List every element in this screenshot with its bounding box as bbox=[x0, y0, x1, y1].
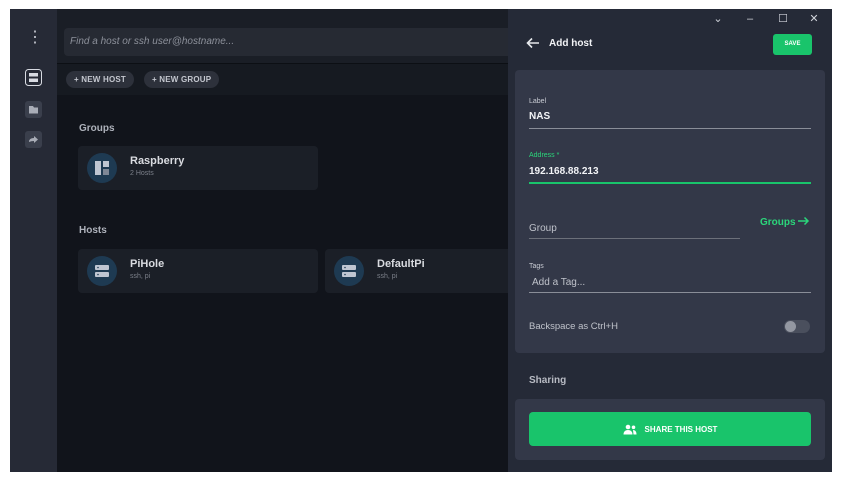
tags-underline bbox=[529, 292, 811, 293]
label-field[interactable]: NAS bbox=[529, 111, 550, 122]
port-forward-icon[interactable] bbox=[25, 131, 42, 148]
save-button[interactable]: SAVE bbox=[773, 34, 812, 55]
arrow-right-icon bbox=[798, 216, 810, 226]
new-host-button[interactable]: + NEW HOST bbox=[66, 71, 135, 88]
sftp-folder-icon[interactable] bbox=[25, 101, 42, 118]
host-sub: ssh, pi bbox=[377, 273, 398, 280]
chevron-down-icon[interactable]: ⌄ bbox=[708, 12, 728, 26]
toolbar: + NEW HOST + NEW GROUP bbox=[57, 63, 508, 95]
add-host-panel: ⌄ – ☐ ✕ Add host SAVE Label NAS Address … bbox=[508, 9, 832, 472]
back-arrow-icon[interactable] bbox=[526, 36, 540, 52]
address-field[interactable]: 192.168.88.213 bbox=[529, 166, 599, 177]
sharing-box: SHARE THIS HOST bbox=[515, 399, 825, 460]
group-count: 2 Hosts bbox=[130, 170, 154, 177]
address-field-label: Address * bbox=[529, 152, 560, 159]
main-area: Find a host or ssh user@hostname... + NE… bbox=[57, 9, 525, 472]
search-input[interactable]: Find a host or ssh user@hostname... bbox=[64, 28, 524, 56]
left-rail: ⋮ bbox=[10, 9, 57, 472]
host-name: PiHole bbox=[130, 258, 165, 270]
share-host-label: SHARE THIS HOST bbox=[644, 424, 718, 434]
toggle-knob bbox=[785, 321, 796, 332]
groups-link[interactable]: Groups bbox=[760, 216, 810, 228]
new-group-button[interactable]: + NEW GROUP bbox=[144, 71, 220, 88]
hosts-nav-icon[interactable] bbox=[25, 69, 42, 86]
groups-section-title: Groups bbox=[79, 123, 115, 134]
users-icon bbox=[623, 424, 637, 434]
group-name: Raspberry bbox=[130, 155, 185, 167]
minimize-button[interactable]: – bbox=[740, 12, 760, 26]
group-underline bbox=[529, 238, 740, 239]
panel-title: Add host bbox=[549, 38, 593, 49]
host-card-defaultpi[interactable]: DefaultPi ssh, pi bbox=[325, 249, 525, 293]
top-bar: Find a host or ssh user@hostname... bbox=[57, 9, 524, 63]
groups-link-label: Groups bbox=[760, 217, 796, 228]
server-icon bbox=[87, 256, 117, 286]
host-card-pihole[interactable]: PiHole ssh, pi bbox=[78, 249, 318, 293]
host-sub: ssh, pi bbox=[130, 273, 151, 280]
server-icon bbox=[334, 256, 364, 286]
address-underline bbox=[529, 182, 811, 184]
label-underline bbox=[529, 128, 811, 129]
host-name: DefaultPi bbox=[377, 258, 425, 270]
label-field-label: Label bbox=[529, 98, 547, 105]
group-card-raspberry[interactable]: Raspberry 2 Hosts bbox=[78, 146, 318, 190]
share-host-button[interactable]: SHARE THIS HOST bbox=[529, 412, 811, 446]
tags-field[interactable]: Add a Tag... bbox=[532, 277, 585, 288]
maximize-button[interactable]: ☐ bbox=[773, 12, 793, 26]
app-window: ⋮ Find a host or ssh user@hostname... + … bbox=[10, 9, 832, 472]
close-button[interactable]: ✕ bbox=[804, 12, 824, 26]
sharing-title: Sharing bbox=[529, 375, 567, 386]
backspace-label: Backspace as Ctrl+H bbox=[529, 321, 618, 332]
grid-icon bbox=[87, 153, 117, 183]
hosts-section-title: Hosts bbox=[79, 225, 107, 236]
menu-dots-icon[interactable]: ⋮ bbox=[27, 29, 43, 47]
group-field[interactable]: Group bbox=[529, 223, 557, 234]
host-form: Label NAS Address * 192.168.88.213 Group… bbox=[515, 70, 825, 353]
backspace-toggle[interactable] bbox=[784, 320, 810, 333]
tags-field-label: Tags bbox=[529, 263, 544, 270]
